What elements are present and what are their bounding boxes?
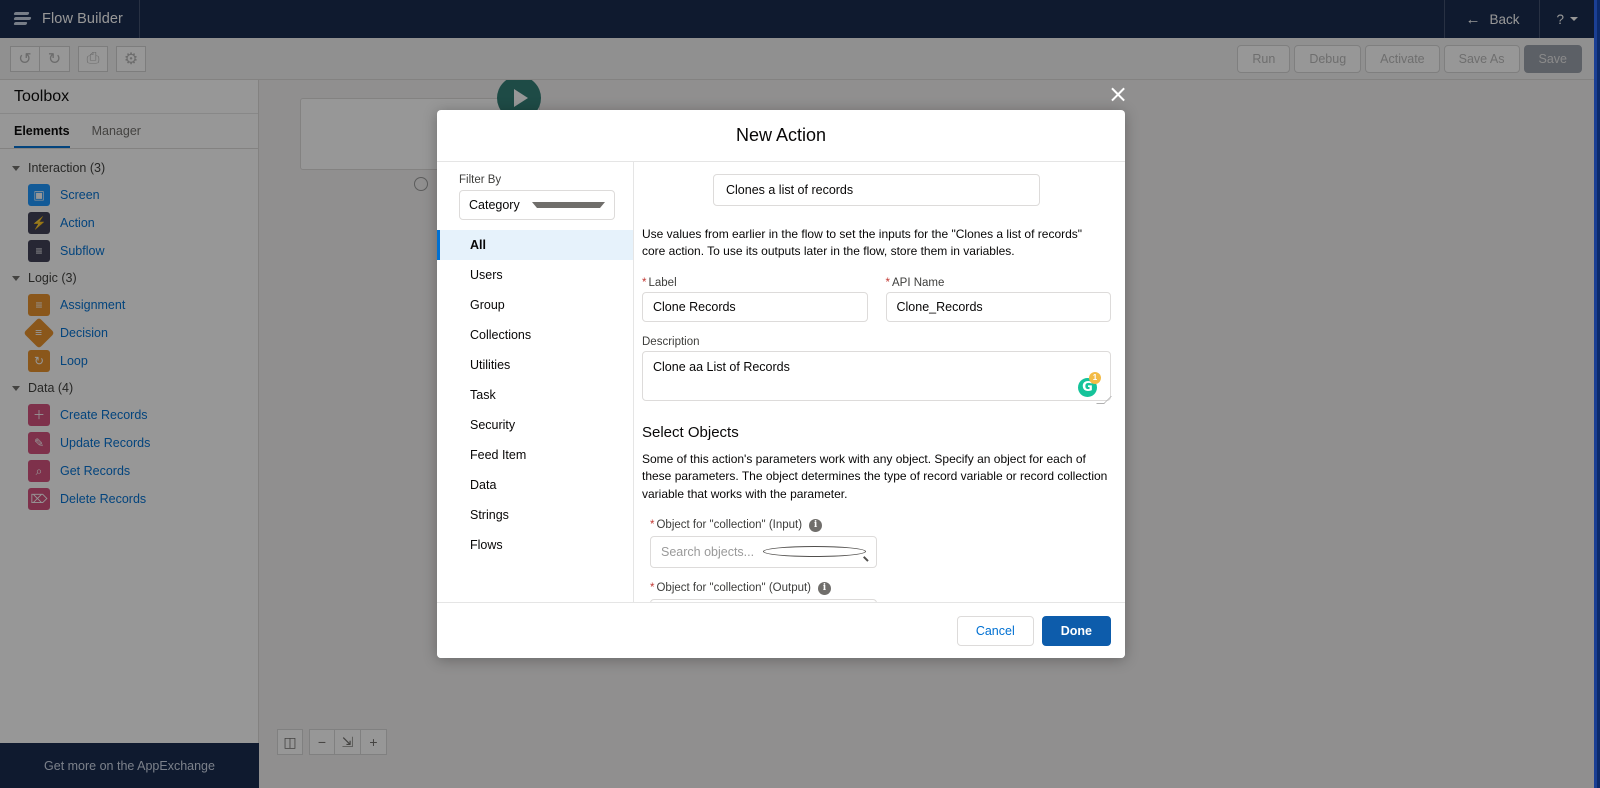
done-button[interactable]: Done [1041, 615, 1111, 646]
object-input-label: * Object for "collection" (Input) i [650, 518, 1111, 532]
modal-footer: Cancel Done [437, 602, 1125, 658]
filter-by-group: Filter By Category [437, 174, 633, 230]
action-help-text: Use values from earlier in the flow to s… [642, 227, 1083, 259]
new-action-modal: New Action Filter By Category All Users … [437, 110, 1125, 658]
category-item-feed-item[interactable]: Feed Item [437, 440, 633, 470]
cancel-button[interactable]: Cancel [956, 615, 1034, 646]
label-input[interactable] [642, 291, 868, 322]
required-asterisk: * [650, 582, 655, 595]
required-asterisk: * [885, 276, 890, 289]
select-objects-title: Select Objects [642, 423, 739, 441]
label-api-row: *Label *API Name [642, 277, 1111, 322]
action-select-combobox[interactable]: Clones a list of records [713, 174, 1040, 206]
object-input-search[interactable]: Search objects... [650, 535, 877, 568]
label-field-label: * Label [642, 276, 677, 289]
category-item-security[interactable]: Security [437, 410, 633, 440]
filter-by-label: Filter By [459, 174, 502, 186]
description-textarea[interactable] [642, 350, 1111, 401]
label-field-group: * Label [642, 277, 868, 322]
api-name-field-group: * API Name [885, 276, 1111, 322]
chevron-down-icon [532, 202, 605, 208]
category-item-group[interactable]: Group [437, 290, 633, 320]
filter-by-select[interactable]: Category [459, 190, 615, 220]
required-asterisk: * [642, 276, 647, 289]
filter-by-value: Category [469, 198, 520, 212]
category-item-task[interactable]: Task [437, 380, 633, 410]
category-item-strings[interactable]: Strings [437, 500, 633, 530]
browser-edge [1594, 0, 1600, 788]
modal-title: New Action [735, 125, 827, 145]
category-item-all[interactable]: All [437, 230, 633, 260]
grammarly-suggestion-badge: 1 [1089, 371, 1101, 384]
category-item-users[interactable]: Users [437, 260, 633, 290]
action-detail-panel: Clones a list of records Use values from… [634, 162, 1125, 602]
required-asterisk: * [650, 519, 655, 532]
search-placeholder: Search objects... [661, 544, 755, 559]
modal-body: Filter By Category All Users Group Colle… [437, 162, 1125, 602]
info-icon[interactable]: i [809, 518, 823, 532]
modal-header: New Action [437, 110, 1125, 162]
api-name-field-label: * API Name [885, 276, 945, 289]
category-item-collections[interactable]: Collections [437, 320, 633, 350]
category-panel: Filter By Category All Users Group Colle… [437, 162, 634, 602]
object-input-field-group: * Object for "collection" (Input) i Searc… [642, 518, 1111, 568]
info-icon[interactable]: i [818, 581, 832, 595]
search-icon [762, 546, 866, 558]
category-item-flows[interactable]: Flows [437, 530, 633, 560]
object-output-field-group: *Object for "collection" (Output) i Sear… [642, 581, 1111, 602]
description-field-group: Description G 1 [642, 335, 1112, 406]
description-label: Description [642, 335, 700, 348]
category-item-utilities[interactable]: Utilities [437, 350, 633, 380]
category-item-data[interactable]: Data [437, 470, 633, 500]
api-name-input[interactable] [885, 291, 1111, 322]
object-output-label: * Object for "collection" (Output) i [650, 581, 1111, 595]
flow-builder-app: Flow Builder ← Back ? ↺ ↻ ⎙ ⚙ Run Debug … [0, 0, 1600, 788]
category-list: All Users Group Collections Utilities Ta… [437, 230, 633, 602]
close-icon[interactable]: × [1104, 80, 1132, 108]
select-objects-description: Some of this action's parameters work wi… [642, 451, 1108, 501]
